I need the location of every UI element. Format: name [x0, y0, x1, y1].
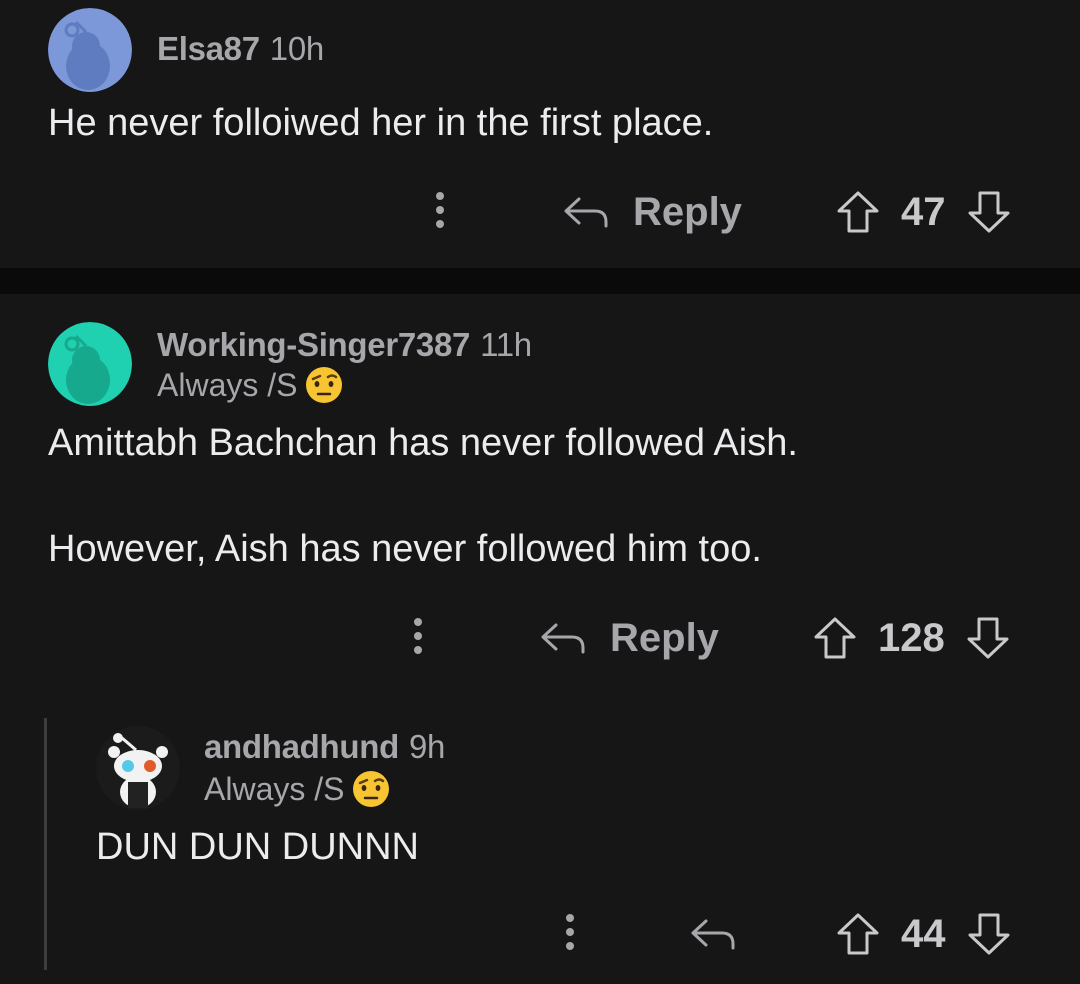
- reply-arrow-icon: [564, 197, 608, 228]
- username-text[interactable]: Elsa87: [157, 30, 260, 67]
- downvote-arrow-icon[interactable]: [965, 615, 1011, 661]
- avatar[interactable]: [48, 322, 132, 406]
- user-flair: Always /S: [157, 366, 343, 404]
- comment-age: 11h: [480, 326, 532, 363]
- reply-button[interactable]: [690, 904, 760, 964]
- comment-body-line: Amittabh Bachchan has never followed Ais…: [48, 422, 798, 464]
- downvote-arrow-icon[interactable]: [966, 189, 1012, 235]
- vote-count: 47: [901, 189, 946, 234]
- user-flair: Always /S: [204, 770, 390, 808]
- comment-body: DUN DUN DUNNN: [96, 826, 419, 868]
- comment-actions: Reply 128: [0, 608, 1080, 668]
- username[interactable]: Working-Singer7387 11h: [157, 326, 532, 364]
- reply-arrow-icon: [541, 623, 585, 654]
- comment-actions: Reply 47: [0, 182, 1080, 242]
- avatar[interactable]: [96, 726, 180, 810]
- reply-button[interactable]: Reply: [540, 608, 719, 668]
- raised-eyebrow-emoji-icon: [353, 771, 390, 807]
- vote-controls: 128: [812, 608, 1011, 668]
- downvote-arrow-icon[interactable]: [966, 911, 1012, 957]
- more-vertical-icon[interactable]: [560, 904, 580, 964]
- flair-text: Always /S: [157, 366, 298, 403]
- username-text[interactable]: Working-Singer7387: [157, 326, 470, 363]
- reply-label: Reply: [633, 189, 742, 234]
- more-vertical-icon[interactable]: [430, 182, 450, 242]
- comment-body: He never folloiwed her in the first plac…: [48, 102, 714, 144]
- vote-controls: 47: [835, 182, 1012, 242]
- vote-controls: 44: [835, 904, 1012, 964]
- more-vertical-icon[interactable]: [408, 608, 428, 668]
- vote-count: 44: [901, 911, 946, 956]
- comment-separator: [0, 268, 1080, 294]
- avatar[interactable]: [48, 8, 132, 92]
- vote-count: 128: [878, 615, 945, 660]
- upvote-arrow-icon[interactable]: [812, 615, 858, 661]
- comment-age: 10h: [269, 30, 324, 67]
- username-text[interactable]: andhadhund: [204, 728, 399, 765]
- comment-actions: 44: [0, 904, 1080, 964]
- comment-body-line: However, Aish has never followed him too…: [48, 528, 762, 570]
- comment-age: 9h: [408, 728, 446, 765]
- upvote-arrow-icon[interactable]: [835, 911, 881, 957]
- flair-text: Always /S: [204, 770, 345, 807]
- comment-elsa87: Elsa87 10h He never folloiwed her in the …: [0, 0, 1080, 268]
- raised-eyebrow-emoji-icon: [306, 367, 343, 403]
- upvote-arrow-icon[interactable]: [835, 189, 881, 235]
- reply-arrow-icon: [691, 919, 735, 950]
- username[interactable]: Elsa87 10h: [157, 30, 324, 68]
- reply-button[interactable]: Reply: [563, 182, 742, 242]
- reply-label: Reply: [610, 615, 719, 660]
- username[interactable]: andhadhund 9h: [204, 728, 445, 766]
